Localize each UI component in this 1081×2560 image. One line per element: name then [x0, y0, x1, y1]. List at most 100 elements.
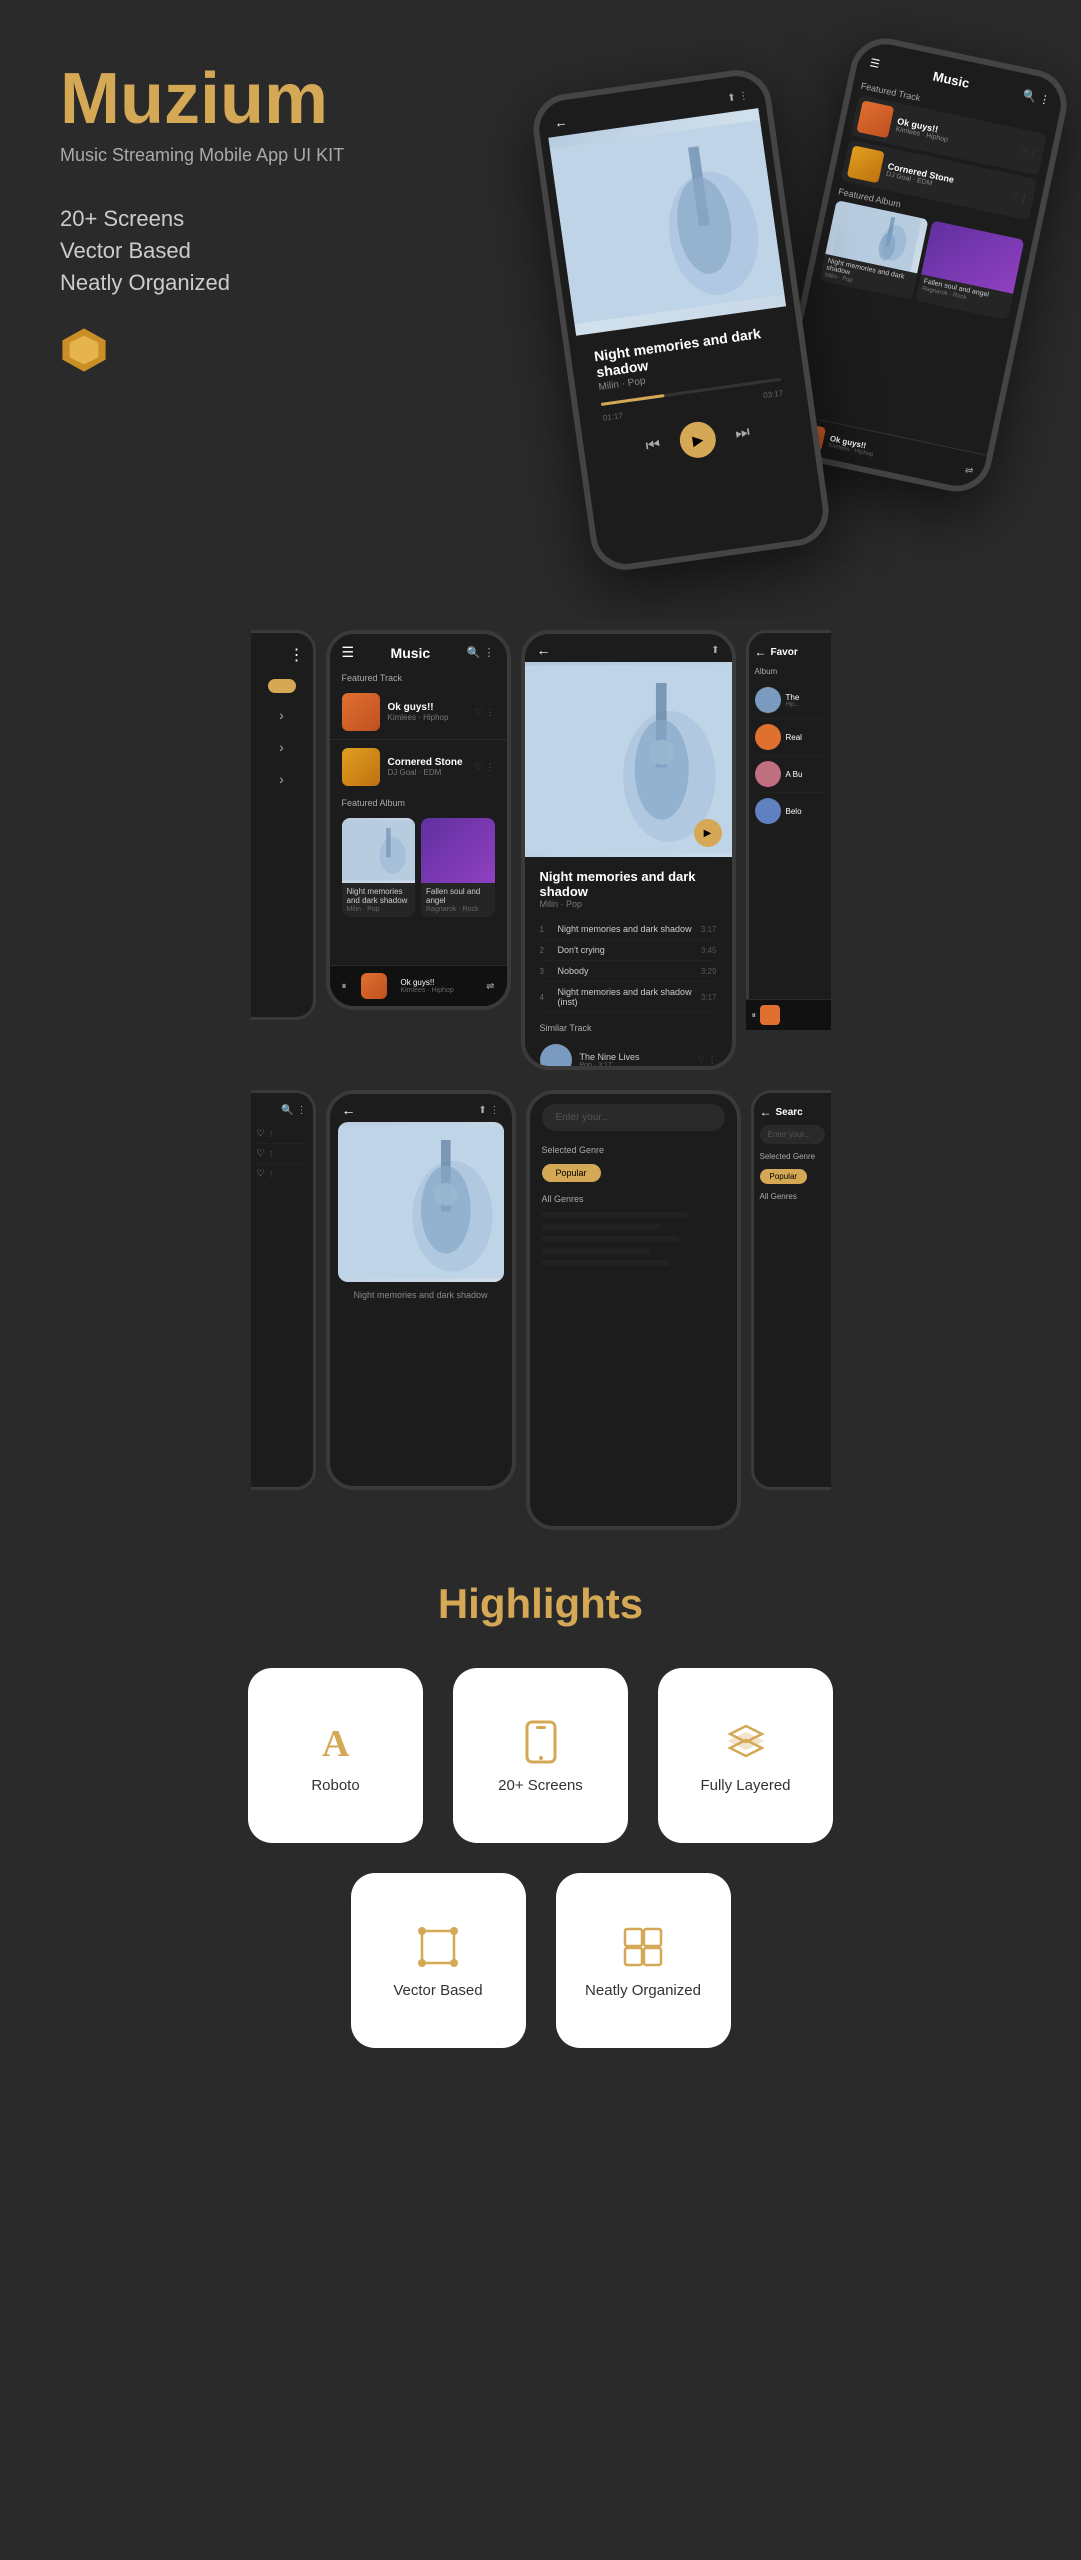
sc-player-name: Ok guys!!	[401, 978, 479, 987]
row3-partial-item-1: ♡ ⋮	[257, 1124, 307, 1144]
screen-music-browse: ☰ Music 🔍 ⋮ Featured Track Ok guys!! Kim…	[326, 630, 511, 1010]
svg-text:A: A	[322, 1723, 350, 1764]
partial-fav-name-2: Real	[786, 733, 802, 742]
hero-time-current: 01:17	[602, 411, 623, 423]
hero-time-total: 03:17	[763, 389, 784, 401]
sc-player-artist: Kimlees · Hiphop	[401, 987, 479, 994]
highlight-card-organized: Neatly Organized	[556, 1873, 731, 2048]
search-all-genres-label: All Genres	[542, 1194, 725, 1204]
search-genre-tag[interactable]: Popular	[542, 1164, 601, 1182]
sc-player-bar: ⏸ Ok guys!! Kimlees · Hiphop ⇌	[330, 965, 507, 1006]
row3-all-genres: All Genres	[760, 1192, 825, 1201]
sc-track-thumb-2	[342, 748, 380, 786]
hero-track-info-2: Cornered Stone DJ Goal · EDM	[885, 161, 1012, 204]
row3-more-icon-3: ⋮	[268, 1170, 275, 1178]
sc-music-title: Music	[391, 645, 431, 661]
sc-track-info-2: Cornered Stone DJ Goal · EDM	[388, 757, 467, 777]
partial-fav-3: A Bu	[755, 756, 825, 793]
hero-phones: ☰ Music 🔍 ⋮ Featured Track Ok guys!! Kim…	[471, 20, 1051, 600]
search-genre-item-2	[542, 1224, 661, 1230]
hero-rewind-icon[interactable]: ⏮	[645, 436, 662, 456]
highlight-label-organized: Neatly Organized	[585, 1982, 701, 1999]
pd-dur-2: 3:45	[701, 946, 717, 955]
av-album-art	[338, 1122, 504, 1282]
pd-similar-heart-1: ♡ ⋮	[697, 1055, 717, 1066]
screen-search: Enter your... Selected Genre Popular All…	[526, 1090, 741, 1530]
hero-music-title: Music	[932, 69, 971, 91]
partial-left-screen: ⋮ › › ›	[251, 630, 316, 1020]
search-content: Enter your... Selected Genre Popular All…	[530, 1094, 737, 1282]
partial-right-header: ← Favor	[755, 641, 825, 667]
sc-music-header: ☰ Music 🔍 ⋮	[330, 634, 507, 667]
pd-similar-artist-1: Pop · 3:17	[580, 1062, 640, 1069]
sc-player-thumb	[361, 973, 387, 999]
pd-tname-1: Night memories and dark shadow	[558, 924, 693, 934]
pd-num-3: 3	[540, 967, 550, 976]
pd-similar-info-1: The Nine Lives Pop · 3:17	[580, 1052, 640, 1069]
partial-fav-2: Real	[755, 719, 825, 756]
sc-album-art-2	[421, 818, 495, 883]
hero-play-button[interactable]: ▶	[678, 419, 719, 460]
hero-player-share-icon: ⬆ ⋮	[727, 90, 749, 104]
av-track-name: Night memories and dark shadow	[342, 1290, 500, 1300]
pd-dur-1: 3:17	[701, 925, 717, 934]
partial-right-album-label: Album	[755, 667, 825, 676]
highlight-icon-font: A	[311, 1717, 361, 1767]
search-input-bar[interactable]: Enter your...	[542, 1104, 725, 1131]
sc-search-more-icons: 🔍 ⋮	[467, 646, 495, 659]
highlight-card-roboto: A Roboto	[248, 1668, 423, 1843]
partial-right-screen: ← Favor Album The Hip... Real	[746, 630, 831, 1030]
hero-heart-icon-1: ♡ ⋮	[1020, 146, 1039, 158]
pd-track-row-3: 3 Nobody 3:29	[540, 961, 717, 982]
hero-player-controls: Night memories and dark shadow Milin · P…	[576, 306, 807, 487]
hero-menu-icon: ☰	[869, 56, 881, 71]
sc-track-name-1: Ok guys!!	[388, 702, 467, 713]
sc-track-info-1: Ok guys!! Kimlees · Hiphop	[388, 702, 467, 722]
partial-left-content: ⋮ › › ›	[251, 630, 316, 1020]
sc-album-1: Night memories and dark shadow Milin · P…	[342, 818, 416, 917]
pd-tname-4: Night memories and dark shadow (inst)	[558, 987, 693, 1007]
hero-player-fill	[601, 394, 664, 406]
partial-fav-1: The Hip...	[755, 682, 825, 719]
hero-shuffle-icon: ⇌	[964, 464, 974, 477]
sc-track-artist-2: DJ Goal · EDM	[388, 768, 467, 777]
hero-album-grid: Night memories and dark shadow Milin · P…	[820, 200, 1025, 320]
search-genre-item-5	[542, 1260, 670, 1266]
hero-album-2: Fallen soul and angel Ragnarok · Rock	[915, 220, 1024, 320]
pd-tname-3: Nobody	[558, 966, 693, 976]
pd-num-2: 2	[540, 946, 550, 955]
partial-fav-thumb-2	[755, 724, 781, 750]
av-back-icon: ←	[342, 1102, 356, 1118]
av-share-icon: ⬆ ⋮	[478, 1105, 499, 1116]
pd-play-button[interactable]: ▶	[694, 819, 722, 847]
pd-back-icon: ←	[537, 642, 551, 658]
hero-back-icon: ←	[553, 114, 568, 131]
sc-pause-icon: ⏸	[342, 981, 347, 992]
pd-header: ← ⬆	[525, 634, 732, 662]
pd-similar-name-1: The Nine Lives	[580, 1052, 640, 1062]
row3-screenshots: 🔍 ⋮ ♡ ⋮ ♡ ⋮ ♡ ⋮ ← ⬆ ⋮	[0, 1080, 1081, 1540]
row3-partial-left-content: 🔍 ⋮ ♡ ⋮ ♡ ⋮ ♡ ⋮	[251, 1090, 316, 1490]
sc-album-art-1	[342, 818, 416, 883]
row3-back-icon: ←	[760, 1105, 772, 1119]
sc-album-2: Fallen soul and angel Ragnarok · Rock	[421, 818, 495, 917]
partial-fav-info-3: A Bu	[786, 770, 803, 779]
av-header: ← ⬆ ⋮	[330, 1094, 512, 1122]
sc-heart-icon-2: ♡ ⋮	[475, 762, 495, 773]
hero-forward-icon[interactable]: ⏭	[734, 424, 751, 444]
row3-partial-left: 🔍 ⋮ ♡ ⋮ ♡ ⋮ ♡ ⋮	[251, 1090, 316, 1490]
highlights-title: Highlights	[60, 1580, 1021, 1628]
row3-genre-label: Selected Genre	[760, 1152, 825, 1161]
pd-share-icon: ⬆	[711, 645, 719, 656]
partial-fav-info-2: Real	[786, 733, 802, 742]
highlight-icon-mobile	[516, 1717, 566, 1767]
partial-toggle	[268, 679, 296, 693]
hero-player-info: Ok guys!! Kimlees · Hiphop	[828, 433, 967, 476]
highlights-bottom-row: Vector Based Neatly Organized	[60, 1873, 1021, 2048]
highlights-top-row: A Roboto 20+ Screens	[60, 1668, 1021, 1843]
row3-search-icon: 🔍 ⋮	[281, 1105, 306, 1116]
highlight-card-layers: Fully Layered	[658, 1668, 833, 1843]
row3-more-icon-1: ⋮	[268, 1130, 275, 1138]
partial-fav-thumb-1	[755, 687, 781, 713]
pd-dur-3: 3:29	[701, 967, 717, 976]
